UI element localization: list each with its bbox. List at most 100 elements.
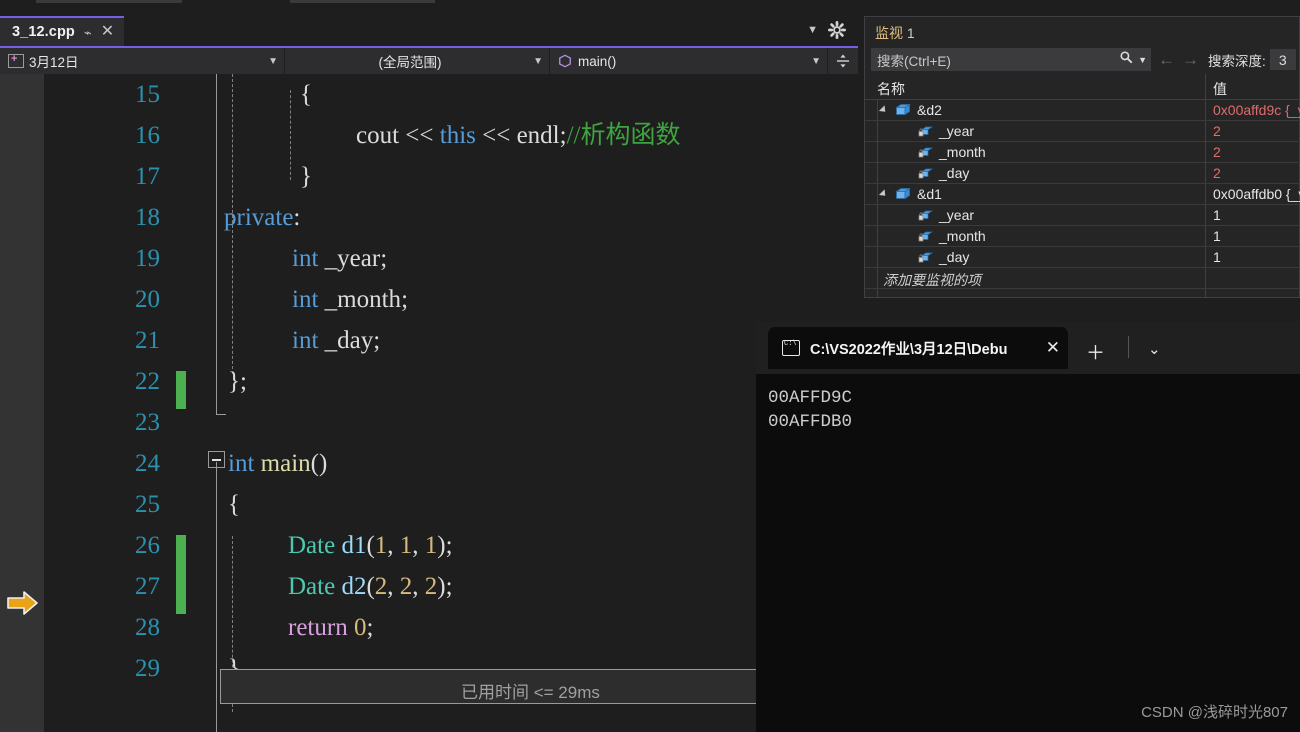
arrow-left-icon[interactable]: ← [1158,50,1175,70]
close-icon[interactable]: ✕ [101,24,114,40]
watch-row[interactable]: _month 2 [865,142,1300,163]
watch-column-headers: 名称 值 [865,74,1300,100]
code-line[interactable]: }; [228,361,247,402]
navbar-document-dropdown[interactable]: 3月12日 ▼ [0,48,285,74]
watch-row-value[interactable]: 2 [1213,165,1221,181]
split-view-icon[interactable] [828,48,858,74]
watch-row-value[interactable]: 2 [1213,144,1221,160]
chevron-down-icon: ▼ [533,55,543,67]
code-line[interactable]: } [300,156,312,197]
watch-title-text: 监视 [875,25,903,41]
code-line[interactable]: int _month; [292,279,408,320]
code-token: }; [228,368,247,395]
code-token: //析构函数 [566,122,681,149]
code-line[interactable]: int _day; [292,320,380,361]
console-icon [782,340,800,356]
scope-bracket-foot [216,414,226,415]
private-field-icon [917,166,934,180]
change-marker [176,535,186,614]
chevron-down-icon[interactable]: ▼ [1138,55,1147,65]
change-marker [176,371,186,409]
code-line[interactable]: { [228,484,240,525]
watch-row[interactable]: _year 2 [865,121,1300,142]
console-output-line: 00AFFDB0 [768,412,853,432]
console-output[interactable]: 00AFFD9C 00AFFDB0 [756,374,1300,732]
watch-row-value[interactable]: 1 [1213,207,1221,223]
code-line[interactable]: { [300,74,312,115]
app-root: 3_12.cpp ⌁ ✕ ▼ + 3月12日 ▼ (全局范围) ▼ main()… [0,0,1300,732]
editor-tab-bar: 3_12.cpp ⌁ ✕ ▼ [0,16,858,46]
watch-row[interactable]: &d1 0x00affdb0 {_y [865,184,1300,205]
watch-row-value[interactable]: 2 [1213,123,1221,139]
watch-add-item-row[interactable]: 添加要监视的项 [865,268,1300,289]
chevron-down-icon: ▼ [811,55,821,67]
watch-row[interactable]: _year 1 [865,205,1300,226]
private-field-icon [917,124,934,138]
code-token: 2 [424,573,438,600]
search-depth-input[interactable]: 3 [1269,49,1296,70]
code-token: ; [366,614,374,641]
watch-row[interactable]: &d2 0x00affd9c {_y [865,100,1300,121]
line-number: 15 [135,81,160,108]
code-line[interactable]: return 0; [288,607,373,648]
search-icon[interactable] [1119,50,1134,70]
code-token: , [412,532,425,559]
line-number: 27 [135,573,160,600]
code-line[interactable]: private: [224,197,300,238]
code-line[interactable]: cout << this << endl;//析构函数 [356,115,680,156]
watch-row-value[interactable]: 1 [1213,228,1221,244]
watch-row-value[interactable]: 1 [1213,249,1221,265]
code-token: << [482,122,517,149]
column-header-name[interactable]: 名称 [877,79,905,99]
watch-row[interactable]: _day 1 [865,247,1300,268]
line-number-column: 15 16 17 18 19 20 21 22 23 24 25 26 27 28 29 [44,74,172,732]
watch-search-placeholder: 搜索(Ctrl+E) [877,53,951,69]
scope-bracket [216,462,217,732]
navbar-scope-dropdown[interactable]: (全局范围) ▼ [285,48,550,74]
watch-row-value[interactable]: 0x00affdb0 {_y [1213,186,1300,202]
code-token: : [293,204,301,231]
code-token: 0 [353,614,367,641]
breakpoint-gutter[interactable] [0,74,44,732]
code-token: cout [356,122,406,149]
toolbar-strip-left [36,0,182,3]
plus-icon[interactable]: ＋ [1086,338,1105,365]
code-line[interactable]: Date d2(2, 2, 2); [288,566,453,607]
gear-icon[interactable] [828,21,847,40]
pin-icon[interactable]: ⌁ [84,26,92,39]
watch-row-value[interactable]: 0x00affd9c {_y [1213,102,1300,118]
code-surface[interactable]: 15 16 17 18 19 20 21 22 23 24 25 26 27 28 29 {cout << … [0,74,858,732]
document-tab-3-12-cpp[interactable]: 3_12.cpp ⌁ ✕ [0,16,125,46]
watch-row-name: _day [939,249,970,265]
code-token: int [292,286,325,313]
console-tab-label: C:\VS2022作业\3月12日\Debu [810,341,1008,358]
code-token: ; [401,286,409,313]
code-line[interactable]: int main() [228,443,327,484]
close-icon[interactable]: ✕ [1046,338,1060,358]
code-token: << [405,122,440,149]
chevron-down-icon[interactable]: ⌄ [1148,340,1161,358]
collapse-region-icon[interactable] [208,451,225,468]
watch-search-input[interactable]: 搜索(Ctrl+E) ▼ [871,48,1151,71]
line-number: 28 [135,614,160,641]
chevron-down-icon: ▼ [268,55,278,67]
arrow-right-icon[interactable]: → [1182,50,1199,70]
code-line[interactable]: Date d1(1, 1, 1); [288,525,453,566]
column-header-value[interactable]: 值 [1213,79,1227,99]
execution-pointer-icon [6,588,40,618]
tab-overflow-chevron-down-icon[interactable]: ▼ [807,24,818,36]
console-tab[interactable]: C:\VS2022作业\3月12日\Debu ✕ [768,327,1068,369]
code-token: { [228,491,240,518]
expander-triangle-icon[interactable] [878,105,889,115]
code-line[interactable]: int _year; [292,238,387,279]
watch-panel-title: 监视 1 [875,23,915,43]
document-add-icon [8,52,24,68]
expander-triangle-icon[interactable] [878,189,889,199]
code-token: } [300,163,312,190]
line-number: 26 [135,532,160,559]
watch-row[interactable]: _day 2 [865,163,1300,184]
code-token: _month [324,286,402,313]
navbar-function-dropdown[interactable]: main() ▼ [550,48,828,74]
watch-row[interactable]: _month 1 [865,226,1300,247]
private-field-icon [917,208,934,222]
